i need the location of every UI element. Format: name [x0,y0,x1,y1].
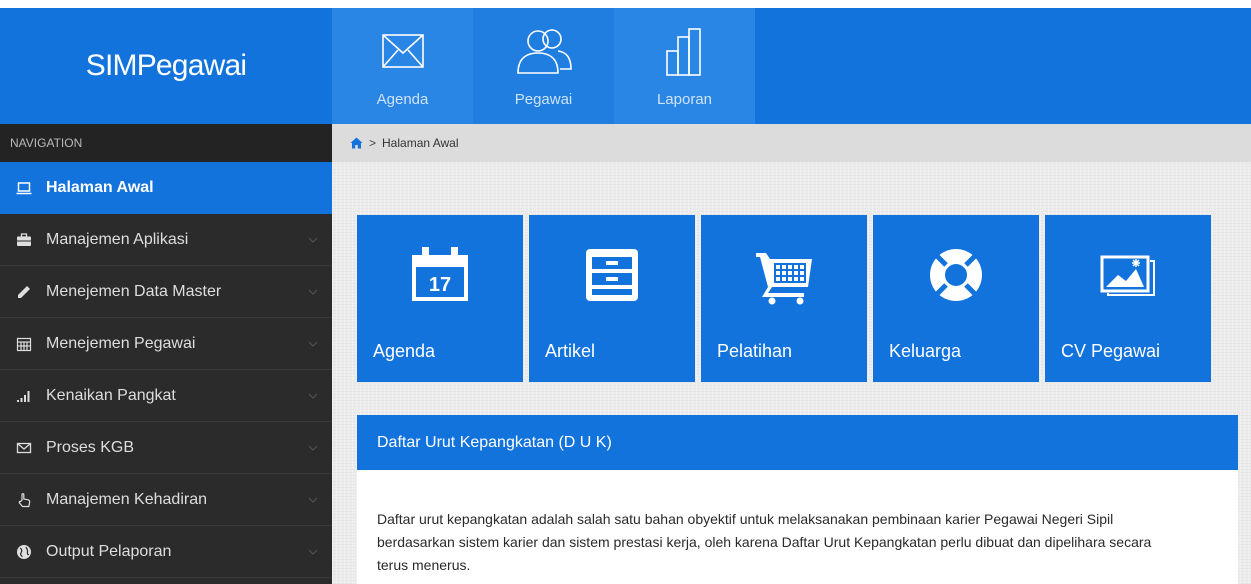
home-icon[interactable] [350,137,363,149]
topnav-pegawai-label: Pegawai [514,91,573,108]
chevron-down-icon [308,341,318,347]
topnav-pegawai[interactable]: Pegawai [473,8,614,124]
chevron-down-icon [308,445,318,451]
sidebar-item-kehadiran[interactable]: Manajemen Kehadiran [0,474,332,526]
sidebar-item-label: Menejemen Data Master [46,282,222,300]
chevron-down-icon [308,549,318,555]
sidebar-item-output-pelaporan[interactable]: Output Pelaporan [0,526,332,578]
app-title: SIMPegawai [85,49,247,82]
shortcut-tiles: 17 Agenda Artikel Pelatihan Keluarga CV … [357,215,1217,382]
main-content: > Halaman Awal 17 Agenda Artikel Pelatih… [332,124,1251,584]
top-navigation: Agenda Pegawai Laporan [332,8,755,124]
sidebar-item-label: Manajemen Aplikasi [46,230,189,248]
tile-pelatihan-label: Pelatihan [717,341,793,361]
tile-keluarga-label: Keluarga [889,341,962,361]
chevron-down-icon [308,497,318,503]
sidebar-item-label: Kenaikan Pangkat [46,386,176,404]
calendar-icon [16,337,32,351]
tile-agenda-label: Agenda [373,341,436,361]
sidebar-item-label: Halaman Awal [46,179,154,196]
sidebar-item-halaman-awal[interactable]: Halaman Awal [0,162,332,214]
nav-header: NAVIGATION [0,124,332,162]
calendar-17-icon: 17 [412,247,468,301]
sidebar-item-data-master[interactable]: Menejemen Data Master [0,266,332,318]
top-bar: SIMPegawai Agenda Pegawai Laporan [0,8,1251,124]
chevron-down-icon [308,237,318,243]
chevron-down-icon [308,393,318,399]
sidebar-item-pegawai[interactable]: Menejemen Pegawai [0,318,332,370]
tile-cv-pegawai-label: CV Pegawai [1061,341,1161,361]
users-icon [516,29,572,74]
sidebar-item-label: Manajemen Kehadiran [46,490,207,508]
breadcrumb-current: Halaman Awal [382,136,459,150]
briefcase-icon [17,232,31,246]
app-logo[interactable]: SIMPegawai [0,8,332,124]
envelope-icon [16,442,32,453]
tile-agenda[interactable]: 17 Agenda [357,215,523,382]
sidebar-item-label: Menejemen Pegawai [46,334,196,352]
bar-chart-icon [665,28,701,76]
signal-icon [17,390,30,402]
picture-icon [1100,255,1155,296]
topnav-agenda[interactable]: Agenda [332,8,473,124]
cabinet-icon [586,249,638,301]
topnav-agenda-label: Agenda [376,91,429,108]
tile-pelatihan[interactable]: Pelatihan [701,215,867,382]
chevron-down-icon [308,289,318,295]
pencil-icon [18,285,30,298]
breadcrumb: > Halaman Awal [332,124,1251,162]
sidebar-item-manajemen-aplikasi[interactable]: Manajemen Aplikasi [0,214,332,266]
tile-keluarga[interactable]: Keluarga [873,215,1039,382]
sidebar: NAVIGATION Halaman Awal Manajemen Aplika… [0,124,332,584]
sidebar-item-kenaikan-pangkat[interactable]: Kenaikan Pangkat [0,370,332,422]
globe-icon [17,544,31,559]
duk-panel: Daftar Urut Kepangkatan (D U K) Daftar u… [357,415,1238,584]
tile-artikel[interactable]: Artikel [529,215,695,382]
envelope-icon [381,34,424,68]
tile-cv-pegawai[interactable]: CV Pegawai [1045,215,1211,382]
laptop-icon [16,182,32,195]
topnav-laporan-label: Laporan [656,91,713,108]
shopping-cart-icon [756,253,812,305]
hand-pointer-icon [18,492,31,507]
breadcrumb-separator: > [369,136,377,150]
panel-title: Daftar Urut Kepangkatan (D U K) [357,415,1238,470]
calendar-day-text: 17 [429,274,451,296]
panel-body-text: Daftar urut kepangkatan adalah salah sat… [377,511,1152,573]
life-ring-icon [930,249,982,301]
topnav-laporan[interactable]: Laporan [614,8,755,124]
tile-artikel-label: Artikel [545,341,596,361]
sidebar-item-label: Output Pelaporan [46,542,172,560]
sidebar-item-label: Proses KGB [46,438,135,456]
sidebar-item-proses-kgb[interactable]: Proses KGB [0,422,332,474]
